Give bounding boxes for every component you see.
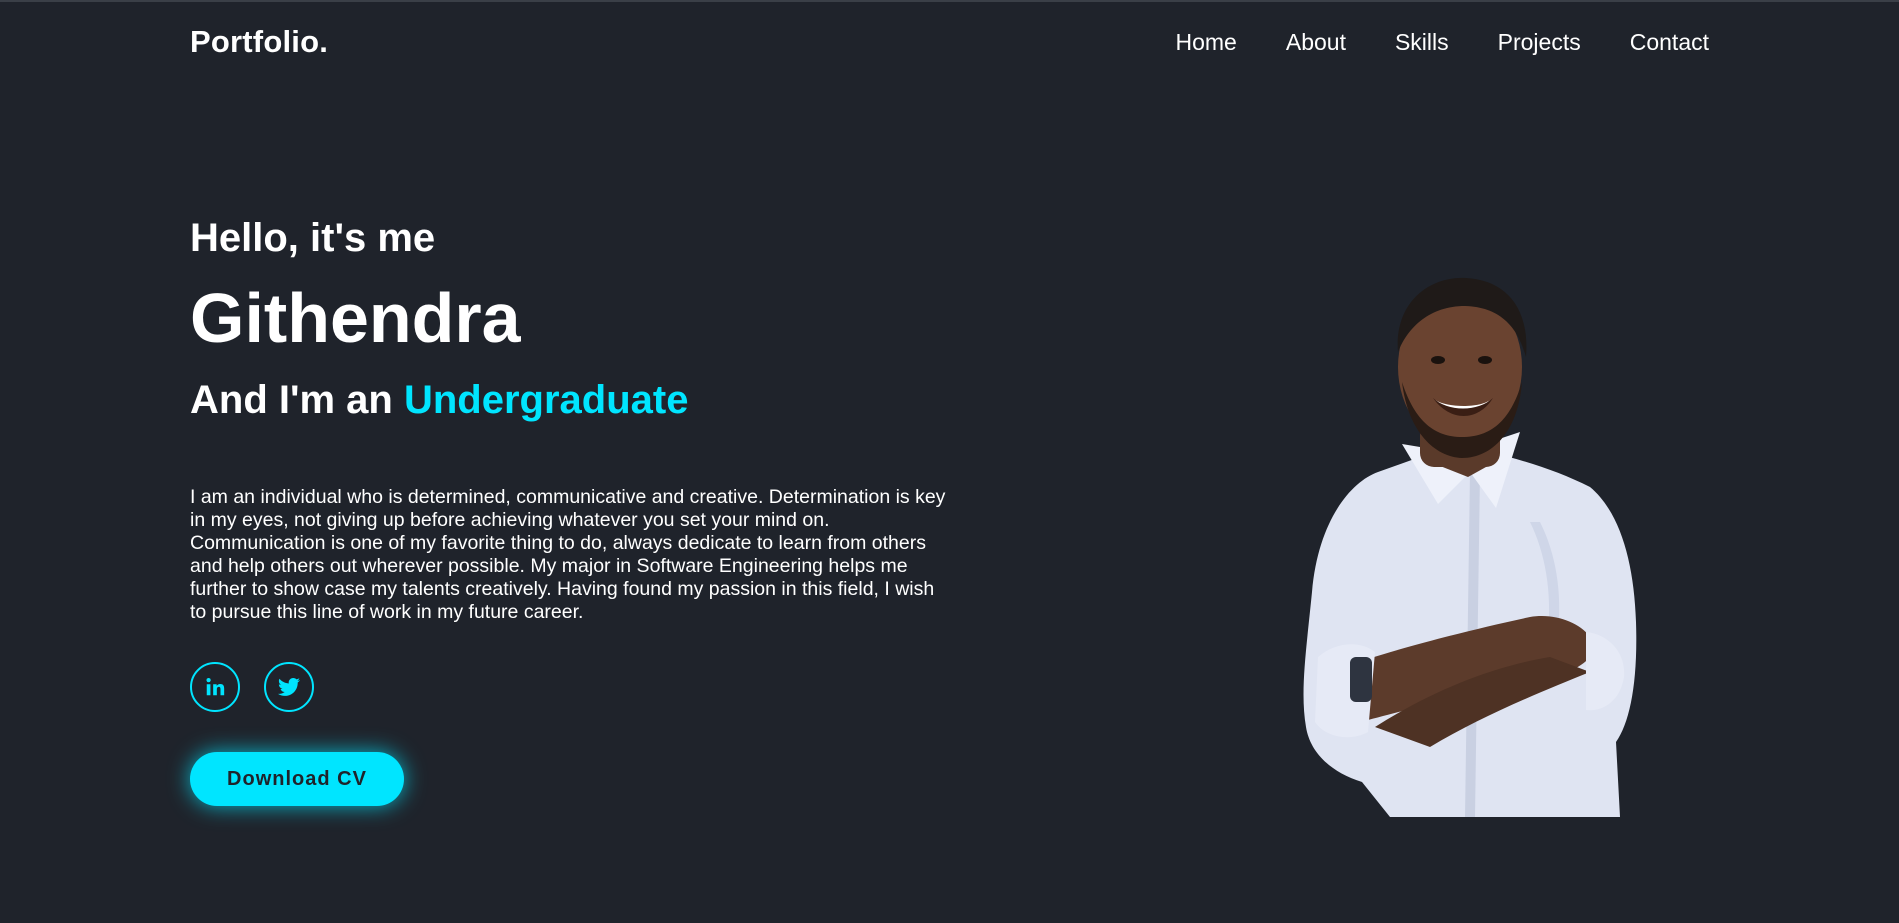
main-nav: Home About Skills Projects Contact bbox=[1176, 29, 1710, 56]
download-cv-button[interactable]: Download CV bbox=[190, 752, 404, 806]
nav-home[interactable]: Home bbox=[1176, 29, 1237, 56]
nav-skills[interactable]: Skills bbox=[1395, 29, 1449, 56]
role-heading: And I'm an Undergraduate bbox=[190, 376, 950, 424]
profile-photo bbox=[1290, 272, 1640, 817]
twitter-icon bbox=[277, 675, 301, 699]
social-links bbox=[190, 662, 950, 712]
role-prefix: And I'm an bbox=[190, 378, 404, 422]
linkedin-link[interactable] bbox=[190, 662, 240, 712]
hero-section: Hello, it's me Githendra And I'm an Unde… bbox=[190, 212, 950, 806]
greeting: Hello, it's me bbox=[190, 216, 436, 260]
site-header: Portfolio. Home About Skills Projects Co… bbox=[0, 0, 1899, 90]
role-highlight: Undergraduate bbox=[403, 378, 689, 422]
linkedin-icon bbox=[204, 676, 226, 698]
nav-projects[interactable]: Projects bbox=[1498, 29, 1581, 56]
bio-paragraph: I am an individual who is determined, co… bbox=[190, 486, 946, 623]
twitter-link[interactable] bbox=[264, 662, 314, 712]
nav-about[interactable]: About bbox=[1286, 29, 1346, 56]
logo[interactable]: Portfolio. bbox=[190, 24, 328, 60]
nav-contact[interactable]: Contact bbox=[1630, 29, 1709, 56]
name-heading: Githendra bbox=[190, 279, 521, 357]
